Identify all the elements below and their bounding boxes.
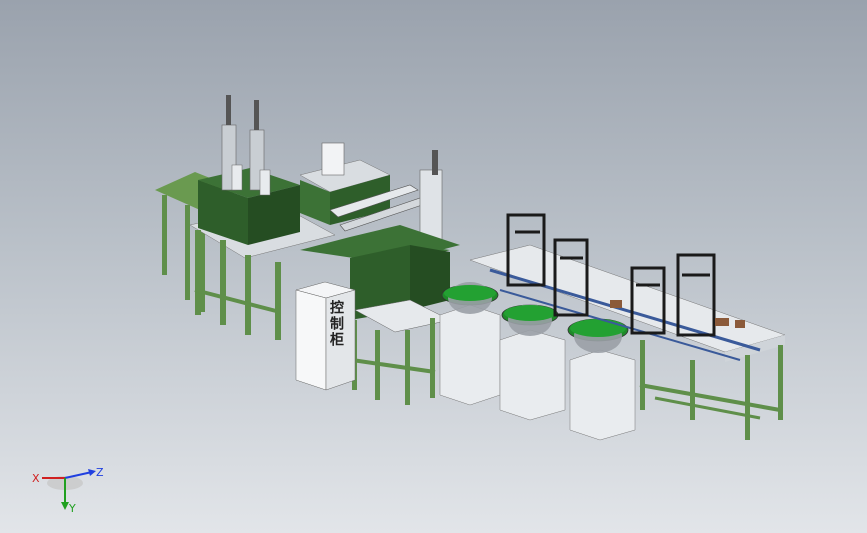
cabinet-label: 控制柜 xyxy=(328,300,344,348)
assembly-line-model xyxy=(155,95,786,441)
y-axis-label: Y xyxy=(68,502,76,513)
z-axis-label: Z xyxy=(96,466,104,479)
bowl-feeder-3 xyxy=(567,318,636,441)
press-station-center xyxy=(299,142,443,241)
bowl-feeder-1 xyxy=(439,282,501,406)
bowl-feeder-2 xyxy=(499,304,566,421)
cad-viewport[interactable]: 控制柜 X Z Y xyxy=(0,0,867,533)
x-axis-label: X xyxy=(32,472,40,485)
z-axis-line xyxy=(64,471,93,479)
coordinate-triad: X Z Y xyxy=(32,466,104,513)
